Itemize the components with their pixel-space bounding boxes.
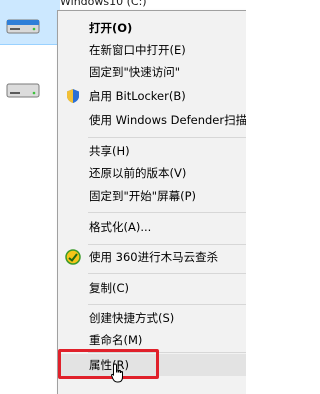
menu-separator [88,137,246,138]
red-highlight-box [58,349,159,379]
hard-drive-icon [6,83,40,98]
drive-d-row[interactable] [0,72,60,112]
menu-item-label: 固定到"快速访问" [89,65,181,79]
menu-separator [88,244,246,245]
menu-item-defender-scan[interactable]: 使用 Windows Defender扫描... [58,109,246,131]
menu-separator [88,273,246,274]
drive-c-label: Windows10 (C:) [60,0,147,8]
menu-item-label: 在新窗口中打开(E) [89,43,186,57]
menu-item-pin-start[interactable]: 固定到"开始"屏幕(P) [58,185,246,207]
menu-item-label: 使用 Windows Defender扫描... [89,113,246,127]
menu-item-label: 启用 BitLocker(B) [89,89,186,103]
menu-item-format[interactable]: 格式化(A)... [58,216,246,238]
menu-item-create-shortcut[interactable]: 创建快捷方式(S) [58,307,246,329]
menu-item-label: 共享(H) [89,144,130,158]
menu-item-label: 固定到"开始"屏幕(P) [89,189,196,203]
menu-item-label: 还原以前的版本(V) [89,166,187,180]
explorer-pane: Windows10 (C:) [0,0,147,394]
menu-item-360-scan[interactable]: 使用 360进行木马云查杀 [58,246,246,268]
360-scan-icon [65,249,81,265]
context-menu: 打开(O) 在新窗口中打开(E) 固定到"快速访问" 启用 BitLocker(… [57,10,246,394]
menu-item-copy[interactable]: 复制(C) [58,277,246,299]
shield-icon [67,89,79,103]
menu-item-share[interactable]: 共享(H) [58,140,246,162]
menu-item-restore-versions[interactable]: 还原以前的版本(V) [58,162,246,184]
menu-item-open[interactable]: 打开(O) [58,17,246,39]
menu-item-open-new-window[interactable]: 在新窗口中打开(E) [58,39,246,61]
hard-drive-icon [6,19,40,34]
hand-cursor-icon [111,363,123,383]
drive-c-row[interactable]: Windows10 (C:) [0,0,147,45]
menu-item-label: 创建快捷方式(S) [89,311,175,325]
menu-item-label: 打开(O) [89,21,133,35]
menu-item-pin-quick-access[interactable]: 固定到"快速访问" [58,61,246,83]
menu-item-rename[interactable]: 重命名(M) [58,329,246,351]
menu-item-bitlocker[interactable]: 启用 BitLocker(B) [58,85,246,107]
menu-item-label: 复制(C) [89,281,130,295]
menu-separator [88,304,246,305]
menu-item-label: 使用 360进行木马云查杀 [89,250,219,264]
screen: Windows10 (C:) 打开(O) 在新窗口中打开(E) 固定到"快速访问… [0,0,246,394]
menu-separator [88,212,246,213]
menu-item-label: 重命名(M) [89,333,143,347]
menu-item-label: 格式化(A)... [89,220,152,234]
